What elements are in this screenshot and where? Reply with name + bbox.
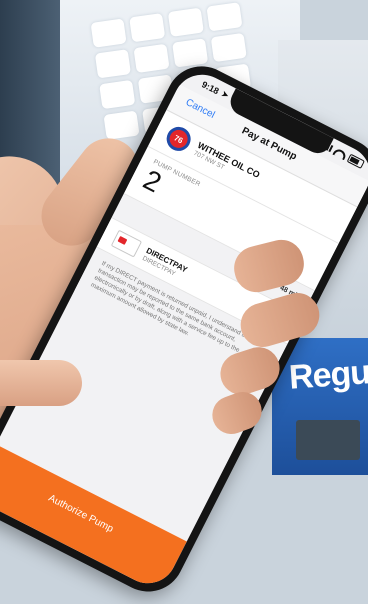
regular-sign: Regu <box>287 353 368 397</box>
battery-icon <box>346 153 365 169</box>
pump-display <box>296 420 360 460</box>
wifi-icon <box>332 146 348 160</box>
payment-card-icon <box>110 229 143 258</box>
status-time: 9:18 <box>200 79 221 97</box>
brand-logo-text: 76 <box>166 126 191 152</box>
authorize-pump-button[interactable]: Authorize Pump <box>0 444 187 594</box>
brand-76-logo: 76 <box>162 122 195 156</box>
hand-lower-thumb <box>0 360 82 406</box>
location-arrow-icon: ➤ <box>220 89 231 101</box>
